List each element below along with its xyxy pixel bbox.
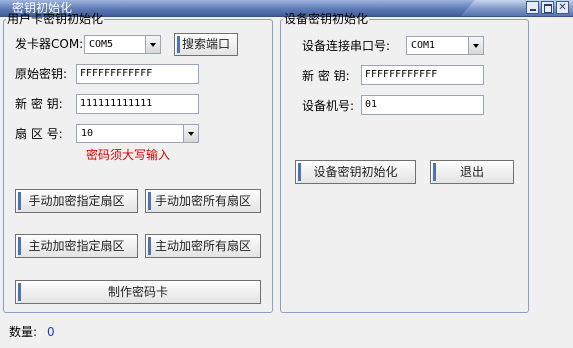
device-new-key-label: 新 密 钥: xyxy=(302,69,350,83)
sector-select[interactable]: 10 xyxy=(76,124,199,143)
device-number-label: 设备机号: xyxy=(302,99,355,113)
device-new-key-field[interactable]: FFFFFFFFFFFF xyxy=(361,65,484,85)
close-icon[interactable]: ✕ xyxy=(556,1,569,14)
chevron-down-icon[interactable] xyxy=(183,125,198,142)
original-key-field[interactable]: FFFFFFFFFFFF xyxy=(76,64,199,84)
manual-encrypt-all-sectors-button[interactable]: 手动加密所有扇区 xyxy=(145,189,261,213)
uppercase-warning: 密码须大写输入 xyxy=(86,148,171,162)
auto-encrypt-all-sectors-button[interactable]: 主动加密所有扇区 xyxy=(145,234,261,258)
device-port-value: COM1 xyxy=(411,40,436,51)
new-key-label: 新 密 钥: xyxy=(15,97,63,111)
minimize-icon[interactable] xyxy=(526,1,539,14)
card-com-value: COM5 xyxy=(89,39,114,50)
chevron-down-icon[interactable] xyxy=(145,36,160,53)
user-card-group-legend: 用户卡密钥初始化 xyxy=(7,12,104,26)
device-key-init-button[interactable]: 设备密钥初始化 xyxy=(295,160,416,184)
chevron-down-icon[interactable] xyxy=(468,37,483,54)
maximize-icon[interactable] xyxy=(541,1,554,14)
exit-button[interactable]: 退出 xyxy=(430,160,514,184)
manual-encrypt-specified-sector-button[interactable]: 手动加密指定扇区 xyxy=(15,189,138,213)
auto-encrypt-specified-sector-button[interactable]: 主动加密指定扇区 xyxy=(15,234,138,258)
count-value: 0 xyxy=(47,325,55,339)
make-key-card-button[interactable]: 制作密码卡 xyxy=(15,280,261,304)
card-com-select[interactable]: COM5 xyxy=(84,35,161,54)
user-card-key-group: 用户卡密钥初始化 xyxy=(3,13,273,313)
count-label: 数量: xyxy=(9,325,38,339)
sector-label: 扇 区 号: xyxy=(15,127,63,141)
new-key-field[interactable]: 111111111111 xyxy=(76,94,199,114)
device-group-legend: 设备密钥初始化 xyxy=(284,12,369,26)
card-com-label: 发卡器COM: xyxy=(15,37,84,51)
device-port-label: 设备连接串口号: xyxy=(302,39,391,53)
device-port-select[interactable]: COM1 xyxy=(406,36,484,55)
original-key-label: 原始密钥: xyxy=(15,67,68,81)
search-port-button[interactable]: 搜索端口 xyxy=(174,33,238,56)
sector-value: 10 xyxy=(81,128,94,139)
device-number-field[interactable]: 01 xyxy=(361,95,484,115)
